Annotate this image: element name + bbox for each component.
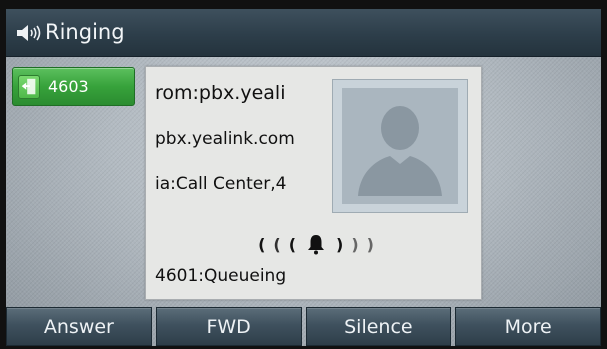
- speaker-volume-icon: [17, 25, 41, 41]
- call-state-title: Ringing: [45, 20, 125, 44]
- line-key-4603[interactable]: 4603: [12, 67, 135, 106]
- line-key-label: 4603: [48, 77, 89, 96]
- ring-wave-left-3: (: [258, 234, 266, 254]
- ring-wave-left-1: (: [288, 234, 296, 254]
- caller-via: ia:Call Center,4: [155, 174, 287, 194]
- caller-from: rom:pbx.yeali: [155, 82, 286, 104]
- more-softkey[interactable]: More: [455, 307, 601, 346]
- bell-icon: [308, 235, 324, 255]
- ring-wave-right-3: ): [366, 234, 374, 254]
- caller-avatar: [332, 79, 468, 213]
- ring-wave-right-1: ): [336, 234, 344, 254]
- ring-wave-right-2: ): [351, 234, 359, 254]
- caller-host: pbx.yealink.com: [155, 129, 295, 149]
- queue-status: 4601:Queueing: [155, 266, 287, 286]
- softkey-bar: Answer FWD Silence More: [6, 307, 601, 346]
- phone-door-icon: [18, 75, 40, 99]
- incoming-call-panel: rom:pbx.yeali pbx.yealink.com ia:Call Ce…: [145, 66, 482, 300]
- phone-screen: Ringing 4603 rom:pbx.yeali pbx.yealink.c…: [0, 0, 607, 349]
- ring-wave-left-2: (: [273, 234, 281, 254]
- title-bar: Ringing: [6, 9, 601, 57]
- silence-softkey[interactable]: Silence: [305, 307, 452, 346]
- answer-softkey[interactable]: Answer: [6, 307, 152, 346]
- ringing-indicator: ( ( ( ) ) ): [221, 231, 411, 257]
- person-silhouette-icon: [358, 106, 442, 196]
- fwd-softkey[interactable]: FWD: [155, 307, 302, 346]
- avatar-background: [342, 88, 458, 204]
